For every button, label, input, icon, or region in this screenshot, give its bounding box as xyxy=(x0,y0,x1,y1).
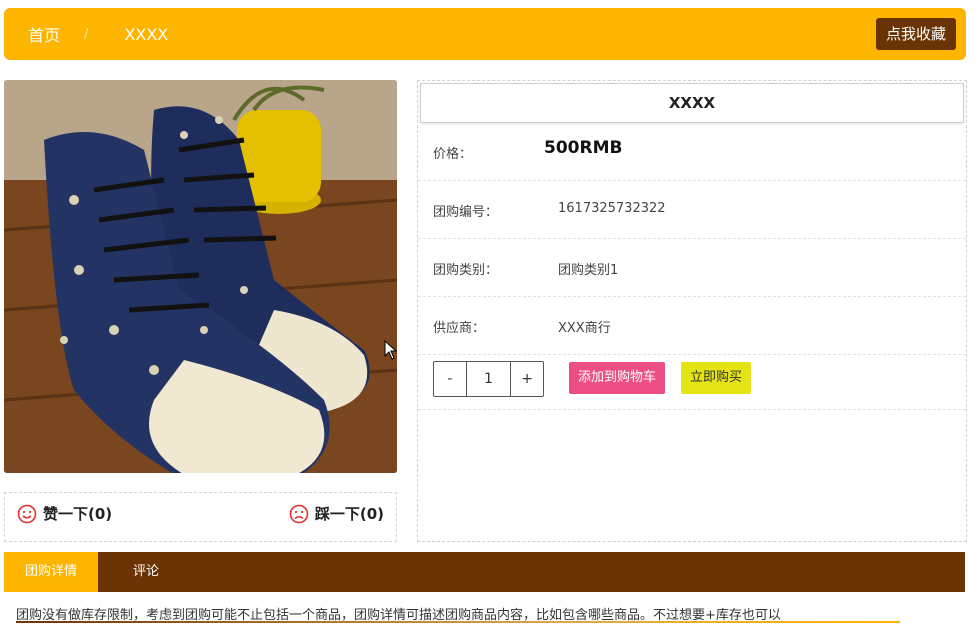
category-row: 团购类别： 团购类别1 xyxy=(418,239,966,297)
group-id-row: 团购编号： 1617325732322 xyxy=(418,181,966,239)
breadcrumb-current: XXXX xyxy=(124,24,169,44)
like-label: 赞一下(0) xyxy=(43,505,113,523)
divider xyxy=(16,621,900,623)
dislike-button[interactable]: 踩一下(0) xyxy=(289,503,384,524)
supplier-label: 供应商： xyxy=(433,321,486,336)
detail-tab-bar: 团购详情 评论 xyxy=(4,552,965,592)
add-to-cart-button[interactable]: 添加到购物车 xyxy=(569,362,666,394)
breadcrumb-home-link[interactable]: 首页 xyxy=(28,22,60,46)
favorite-button[interactable]: 点我收藏 xyxy=(875,18,956,50)
quantity-plus-button[interactable]: + xyxy=(511,362,543,396)
product-image xyxy=(4,80,397,473)
supplier-row: 供应商： XXX商行 xyxy=(418,297,966,355)
quantity-value[interactable]: 1 xyxy=(467,362,512,396)
smile-icon xyxy=(17,504,37,523)
like-button[interactable]: 赞一下(0) xyxy=(17,503,112,524)
price-label: 价格： xyxy=(433,147,473,162)
breadcrumb-bar: 首页 / XXXX 点我收藏 xyxy=(4,8,966,60)
category-value: 团购类别1 xyxy=(558,263,619,278)
frown-icon xyxy=(289,504,309,523)
price-value: 500RMB xyxy=(544,138,623,158)
breadcrumb-separator: / xyxy=(84,26,89,42)
buy-now-button[interactable]: 立即购买 xyxy=(681,362,752,394)
supplier-value: XXX商行 xyxy=(558,321,611,336)
product-info-panel: XXXX 价格： 500RMB 团购编号： 1617325732322 团购类别… xyxy=(417,80,967,542)
quantity-stepper: - 1 + xyxy=(433,361,544,397)
tab-group-details[interactable]: 团购详情 xyxy=(4,552,98,592)
tab-comments[interactable]: 评论 xyxy=(133,552,159,592)
group-id-value: 1617325732322 xyxy=(558,201,666,216)
group-id-label: 团购编号： xyxy=(433,205,499,220)
vote-box: 赞一下(0) 踩一下(0) xyxy=(4,492,397,542)
mouse-cursor-icon xyxy=(384,340,398,360)
product-photo-sneakers xyxy=(4,80,397,473)
price-row: 价格： 500RMB xyxy=(418,123,966,181)
purchase-row: - 1 + 添加到购物车 立即购买 xyxy=(418,355,966,410)
quantity-minus-button[interactable]: - xyxy=(434,362,467,396)
category-label: 团购类别： xyxy=(433,263,499,278)
product-title: XXXX xyxy=(420,83,964,123)
dislike-label: 踩一下(0) xyxy=(314,505,384,523)
